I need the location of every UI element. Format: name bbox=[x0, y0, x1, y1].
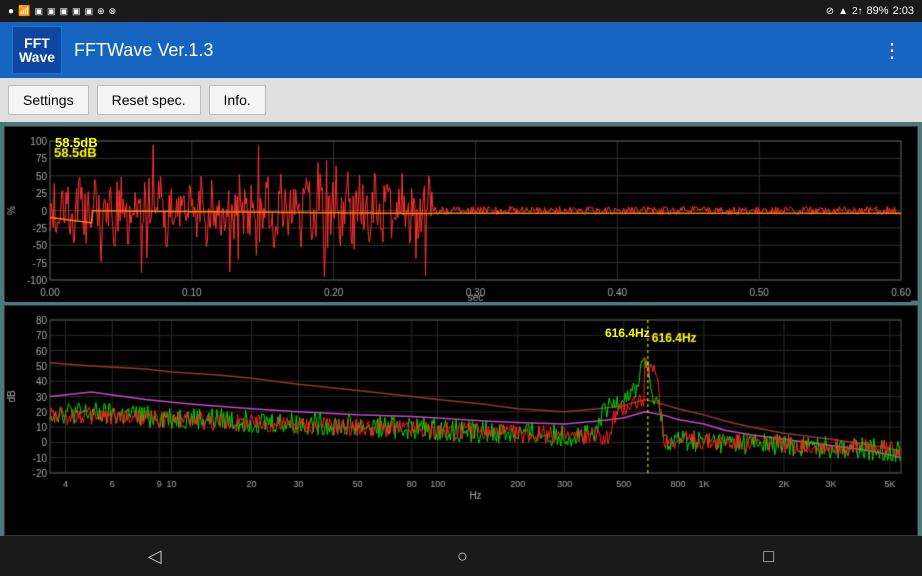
freq-annotation: 616.4Hz bbox=[605, 326, 650, 340]
nav-bar: ◁ ○ □ bbox=[0, 536, 922, 576]
app-icon-5: ▣ bbox=[85, 6, 94, 17]
status-icons: ● 📶 ▣ ▣ ▣ ▣ ▣ ⊕ ⊗ bbox=[8, 6, 116, 17]
waveform-chart: 58.5dB bbox=[4, 126, 918, 301]
signal2-icon: 2↑ bbox=[852, 6, 863, 17]
signal-icon: ▲ bbox=[838, 6, 848, 17]
back-button[interactable]: ◁ bbox=[124, 542, 186, 571]
app-icon-1: ▣ bbox=[35, 6, 44, 17]
settings-button[interactable]: Settings bbox=[8, 85, 89, 115]
app-icon-4: ▣ bbox=[72, 6, 81, 17]
toolbar: Settings Reset spec. Info. bbox=[0, 78, 922, 122]
notification-icon: ● bbox=[8, 6, 14, 17]
app-icon-2: ▣ bbox=[47, 6, 56, 17]
recent-button[interactable]: □ bbox=[739, 542, 798, 571]
battery-level: 89% bbox=[867, 5, 889, 17]
app-icon-wave-text: Wave bbox=[19, 50, 55, 64]
app-icon-fft-text: FFT bbox=[24, 36, 50, 50]
menu-button[interactable]: ⋮ bbox=[874, 34, 910, 67]
app-title: FFTWave Ver.1.3 bbox=[74, 40, 874, 61]
app-icon-3: ▣ bbox=[60, 6, 69, 17]
app-icon-7: ⊗ bbox=[109, 6, 117, 17]
title-bar: FFT Wave FFTWave Ver.1.3 ⋮ bbox=[0, 22, 922, 78]
app-icon: FFT Wave bbox=[12, 26, 62, 74]
charts-area: 58.5dB 616.4Hz bbox=[0, 122, 922, 536]
home-button[interactable]: ○ bbox=[433, 542, 492, 571]
app-icon-6: ⊕ bbox=[97, 6, 105, 17]
status-bar: ● 📶 ▣ ▣ ▣ ▣ ▣ ⊕ ⊗ ⊘ ▲ 2↑ 89% 2:03 bbox=[0, 0, 922, 22]
wifi-icon: 📶 bbox=[18, 6, 30, 17]
db-annotation: 58.5dB bbox=[55, 135, 98, 150]
reset-spec-button[interactable]: Reset spec. bbox=[97, 85, 201, 115]
time-display: 2:03 bbox=[893, 5, 914, 17]
spectrum-chart: 616.4Hz bbox=[4, 305, 918, 536]
info-button[interactable]: Info. bbox=[209, 85, 266, 115]
no-icon: ⊘ bbox=[826, 6, 834, 17]
status-right: ⊘ ▲ 2↑ 89% 2:03 bbox=[826, 5, 914, 17]
